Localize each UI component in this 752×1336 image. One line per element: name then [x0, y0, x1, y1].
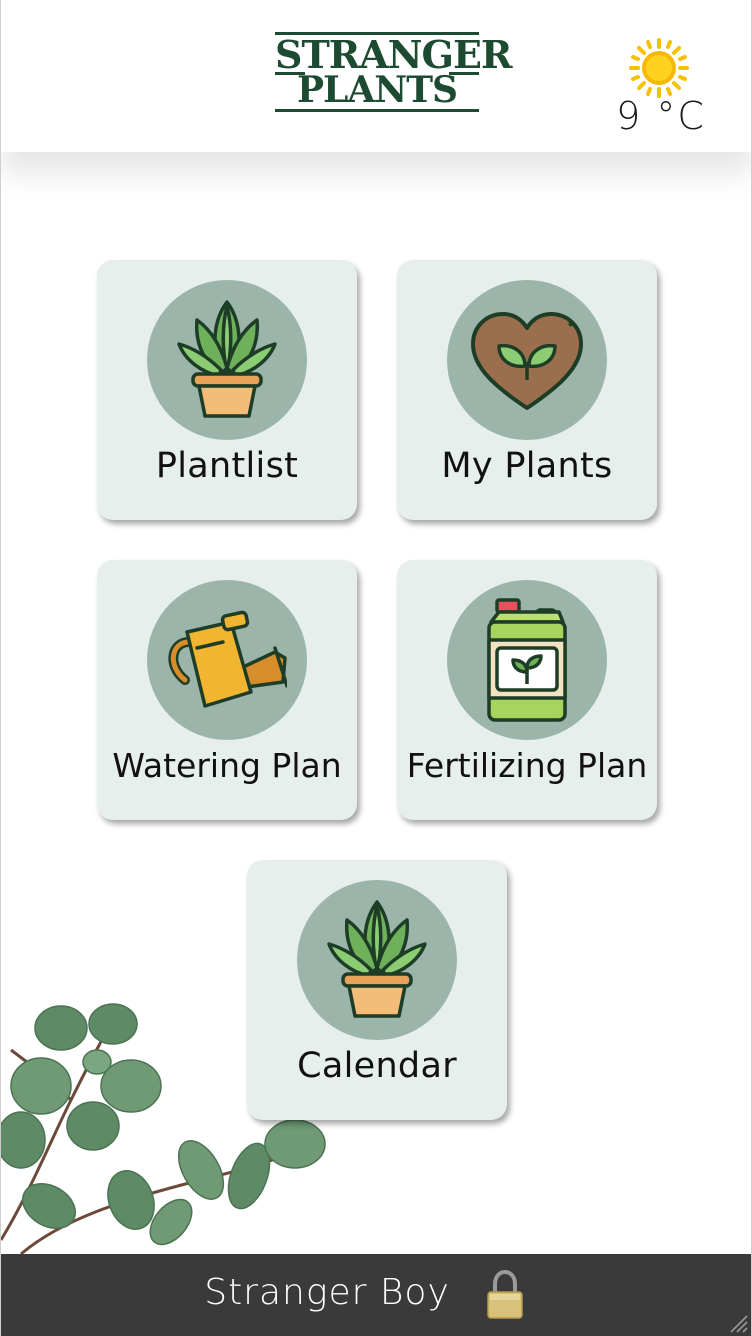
- potted-plant-icon: [327, 900, 427, 1018]
- icon-disc: [447, 280, 607, 440]
- icon-disc: [447, 580, 607, 740]
- resize-grip-icon[interactable]: [725, 1310, 749, 1334]
- fertilizer-bottle-icon: [487, 598, 567, 722]
- fertilizing-plan-card[interactable]: Fertilizing Plan: [397, 560, 657, 820]
- app-screen: STRANGER PLANTS 9 °C Plantlist My Plants…: [0, 0, 752, 1336]
- icon-disc: [297, 880, 457, 1040]
- app-logo: STRANGER PLANTS: [275, 32, 513, 112]
- logo-rule-bottom: [275, 109, 479, 112]
- logo-text-bottom: PLANTS: [296, 69, 458, 111]
- icon-disc: [147, 280, 307, 440]
- my-plants-card[interactable]: My Plants: [397, 260, 657, 520]
- plantlist-label: Plantlist: [155, 446, 299, 486]
- lock-icon[interactable]: [485, 1270, 525, 1320]
- calendar-label: Calendar: [297, 1046, 457, 1086]
- app-header: STRANGER PLANTS 9 °C: [1, 0, 751, 152]
- weather-widget: 9 °C: [613, 36, 709, 140]
- heart-plant-icon: [471, 312, 583, 410]
- watering-plan-label: Watering Plan: [112, 746, 342, 785]
- user-name[interactable]: Stranger Boy: [197, 1272, 457, 1313]
- my-plants-label: My Plants: [441, 446, 613, 486]
- fertilizing-plan-label: Fertilizing Plan: [406, 746, 648, 785]
- watering-can-icon: [168, 610, 287, 708]
- potted-plant-icon: [177, 300, 277, 418]
- watering-plan-card[interactable]: Watering Plan: [97, 560, 357, 820]
- calendar-card[interactable]: Calendar: [247, 860, 507, 1120]
- icon-disc: [147, 580, 307, 740]
- plantlist-card[interactable]: Plantlist: [97, 260, 357, 520]
- temperature-text: 9 °C: [616, 94, 706, 138]
- user-footer: Stranger Boy: [1, 1254, 751, 1336]
- sun-icon: [629, 38, 689, 98]
